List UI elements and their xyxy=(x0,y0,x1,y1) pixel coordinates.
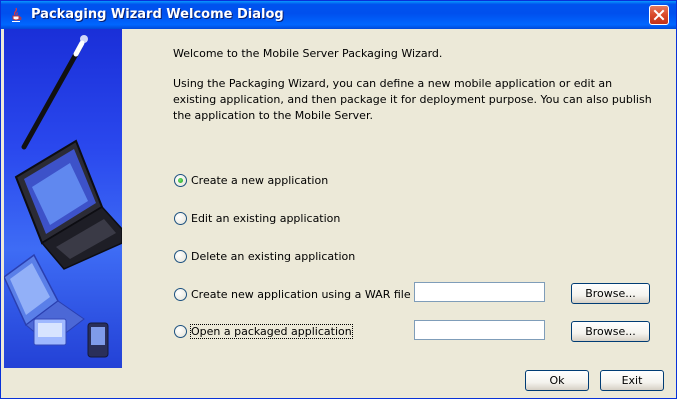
option-create-from-war-file[interactable]: Create new application using a WAR file xyxy=(174,286,411,302)
packaged-application-path-input[interactable] xyxy=(414,320,545,340)
browse-war-file-button[interactable]: Browse... xyxy=(571,283,650,304)
title-bar[interactable]: Packaging Wizard Welcome Dialog xyxy=(1,1,676,29)
java-cup-icon xyxy=(12,7,22,22)
window-title: Packaging Wizard Welcome Dialog xyxy=(31,7,284,22)
browse-packaged-application-button[interactable]: Browse... xyxy=(571,321,650,342)
radio-delete-existing-application[interactable] xyxy=(174,249,187,263)
close-button[interactable] xyxy=(649,5,669,25)
radio-edit-existing-application[interactable] xyxy=(174,211,187,225)
option-open-packaged-application[interactable]: Open a packaged application xyxy=(174,323,353,339)
option-label: Create a new application xyxy=(191,173,329,187)
close-icon xyxy=(653,9,665,21)
option-label: Create new application using a WAR file xyxy=(191,287,411,301)
wizard-side-panel xyxy=(4,29,122,368)
description-text: Using the Packaging Wizard, you can defi… xyxy=(173,77,652,122)
option-label: Delete an existing application xyxy=(191,249,356,263)
option-label: Edit an existing application xyxy=(191,211,341,225)
option-edit-existing-application[interactable]: Edit an existing application xyxy=(174,210,340,226)
exit-button[interactable]: Exit xyxy=(600,370,664,391)
wizard-laptop-illustration xyxy=(4,35,122,358)
radio-create-from-war-file[interactable] xyxy=(174,287,187,301)
radio-create-new-application[interactable] xyxy=(174,173,187,187)
welcome-text: Welcome to the Mobile Server Packaging W… xyxy=(173,47,443,60)
ok-button[interactable]: Ok xyxy=(525,370,589,391)
packaging-wizard-dialog: Packaging Wizard Welcome Dialog Welcome … xyxy=(0,0,677,399)
option-delete-existing-application[interactable]: Delete an existing application xyxy=(174,248,355,264)
war-file-path-input[interactable] xyxy=(414,282,545,302)
option-label: Open a packaged application xyxy=(190,323,353,339)
radio-open-packaged-application[interactable] xyxy=(174,324,187,338)
option-create-new-application[interactable]: Create a new application xyxy=(174,172,328,188)
